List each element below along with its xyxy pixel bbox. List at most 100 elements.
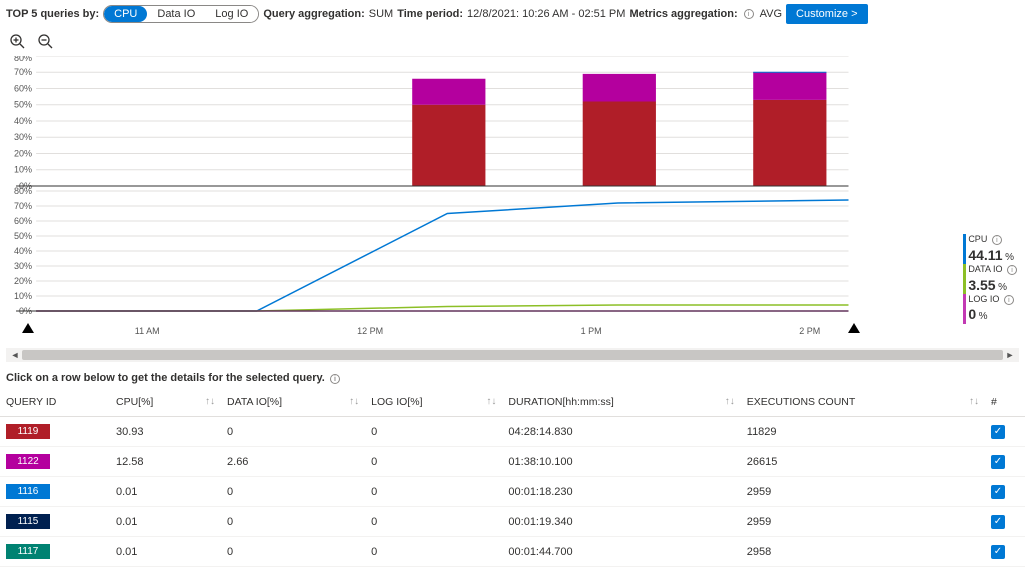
time-period-label: Time period: [397, 8, 463, 20]
cell-logio: 0 [365, 507, 502, 537]
cell-cpu: 0.01 [110, 537, 221, 567]
line-cpu[interactable] [36, 200, 848, 311]
table-row[interactable]: 11160.010000:01:18.2302959✓ [0, 477, 1025, 507]
svg-text:30%: 30% [14, 132, 32, 142]
cell-logio: 0 [365, 447, 502, 477]
cell-executions: 2959 [741, 477, 985, 507]
cell-executions: 2958 [741, 537, 985, 567]
zoom-in-icon[interactable] [10, 34, 26, 50]
scroll-right-icon[interactable]: ► [1003, 350, 1017, 360]
legend-logio-pct: % [979, 311, 988, 322]
query-agg-value: SUM [369, 8, 393, 20]
info-icon[interactable]: i [992, 235, 1002, 245]
svg-text:70%: 70% [14, 67, 32, 77]
cell-executions: 26615 [741, 447, 985, 477]
customize-button[interactable]: Customize > [786, 4, 867, 24]
scrollbar-thumb[interactable] [22, 350, 1003, 360]
line-dataio[interactable] [36, 305, 848, 311]
svg-text:60%: 60% [14, 216, 32, 226]
xaxis-t2: 1 PM [581, 326, 602, 336]
cell-cpu: 30.93 [110, 417, 221, 447]
info-icon[interactable]: i [1004, 295, 1014, 305]
query-id-badge[interactable]: 1116 [6, 484, 50, 499]
legend-dataio[interactable]: DATA IO i 3.55 % [963, 264, 1019, 294]
cell-duration: 00:01:18.230 [502, 477, 740, 507]
pill-cpu[interactable]: CPU [104, 6, 147, 22]
xaxis-slider[interactable]: 11 AM 12 PM 1 PM 2 PM [6, 326, 1019, 346]
bar-1119-2pm[interactable] [753, 100, 826, 186]
cell-duration: 00:01:19.340 [502, 507, 740, 537]
scroll-left-icon[interactable]: ◄ [8, 350, 22, 360]
sort-icon[interactable]: ↑↓ [486, 396, 496, 407]
legend-dataio-value: 3.55 [968, 277, 995, 293]
cell-duration: 00:01:44.700 [502, 537, 740, 567]
sort-icon[interactable]: ↑↓ [725, 396, 735, 407]
svg-text:20%: 20% [14, 276, 32, 286]
xaxis-t3: 2 PM [799, 326, 820, 336]
table-row[interactable]: 1122 12.582.66001:38:10.10026615 ✓ [0, 447, 1025, 477]
query-id-badge[interactable]: 1122 [6, 454, 50, 469]
th-cpu[interactable]: CPU[%]↑↓ [110, 388, 221, 417]
cell-duration: 01:38:10.100 [502, 447, 740, 477]
query-id-badge[interactable]: 1119 [6, 424, 50, 439]
cell-dataio: 0 [221, 417, 365, 447]
th-logio[interactable]: LOG IO[%]↑↓ [365, 388, 502, 417]
metrics-agg-label: Metrics aggregation: [629, 8, 737, 20]
pill-logio[interactable]: Log IO [205, 6, 258, 22]
svg-text:20%: 20% [14, 149, 32, 159]
bar-1119-1pm[interactable] [583, 102, 656, 187]
horizontal-scrollbar[interactable]: ◄ ► [6, 348, 1019, 362]
th-dataio[interactable]: DATA IO[%]↑↓ [221, 388, 365, 417]
cell-cpu: 0.01 [110, 507, 221, 537]
legend-cpu-value: 44.11 [968, 247, 1002, 263]
cell-logio: 0 [365, 537, 502, 567]
sort-icon[interactable]: ↑↓ [205, 396, 215, 407]
cell-dataio: 0 [221, 507, 365, 537]
pill-dataio[interactable]: Data IO [147, 6, 205, 22]
cell-dataio: 0 [221, 537, 365, 567]
cell-cpu: 12.58 [110, 447, 221, 477]
row-checkbox[interactable]: ✓ [991, 485, 1005, 499]
sort-icon[interactable]: ↑↓ [349, 396, 359, 407]
table-row[interactable]: 11170.010000:01:44.7002958✓ [0, 537, 1025, 567]
th-duration[interactable]: DURATION[hh:mm:ss]↑↓ [502, 388, 740, 417]
table-row[interactable]: 111930.930004:28:14.83011829✓ [0, 417, 1025, 447]
cell-logio: 0 [365, 417, 502, 447]
svg-text:40%: 40% [14, 246, 32, 256]
sort-icon[interactable]: ↑↓ [969, 396, 979, 407]
legend-logio-value: 0 [968, 306, 976, 322]
svg-text:30%: 30% [14, 261, 32, 271]
cell-duration: 04:28:14.830 [502, 417, 740, 447]
row-checkbox[interactable]: ✓ [991, 455, 1005, 469]
bar-1122-2pm[interactable] [753, 72, 826, 100]
query-id-badge[interactable]: 1117 [6, 544, 50, 559]
legend-cpu-pct: % [1005, 252, 1014, 263]
svg-text:10%: 10% [14, 165, 32, 175]
line-chart-bottom: 0% 10% 20% 30% 40% 50% 60% 70% 80% [14, 186, 848, 316]
row-checkbox[interactable]: ✓ [991, 425, 1005, 439]
svg-text:40%: 40% [14, 116, 32, 126]
svg-text:80%: 80% [14, 56, 32, 63]
svg-text:50%: 50% [14, 100, 32, 110]
row-checkbox[interactable]: ✓ [991, 515, 1005, 529]
instruction-text: Click on a row below to get the details … [0, 368, 1025, 388]
th-check[interactable]: # [985, 388, 1025, 417]
info-icon[interactable]: i [330, 374, 340, 384]
bar-1122-12pm[interactable] [412, 79, 485, 105]
bar-1119-12pm[interactable] [412, 105, 485, 186]
table-header-row: QUERY ID CPU[%]↑↓ DATA IO[%]↑↓ LOG IO[%]… [0, 388, 1025, 417]
zoom-out-icon[interactable] [38, 34, 54, 50]
range-handle-left[interactable] [22, 323, 34, 333]
info-icon[interactable]: i [1007, 265, 1017, 275]
cell-dataio: 2.66 [221, 447, 365, 477]
th-executions[interactable]: EXECUTIONS COUNT↑↓ [741, 388, 985, 417]
table-row[interactable]: 11150.010000:01:19.3402959✓ [0, 507, 1025, 537]
bar-chart-top: 0% 10% 20% 30% 40% 50% 60% 70% 80% [14, 56, 848, 191]
legend-logio[interactable]: LOG IO i 0 % [963, 294, 1019, 324]
range-handle-right[interactable] [848, 323, 860, 333]
bar-1122-1pm[interactable] [583, 74, 656, 102]
legend-cpu[interactable]: CPU i 44.11 % [963, 234, 1019, 264]
th-query-id[interactable]: QUERY ID [0, 388, 110, 417]
row-checkbox[interactable]: ✓ [991, 545, 1005, 559]
info-icon[interactable]: i [744, 9, 754, 19]
